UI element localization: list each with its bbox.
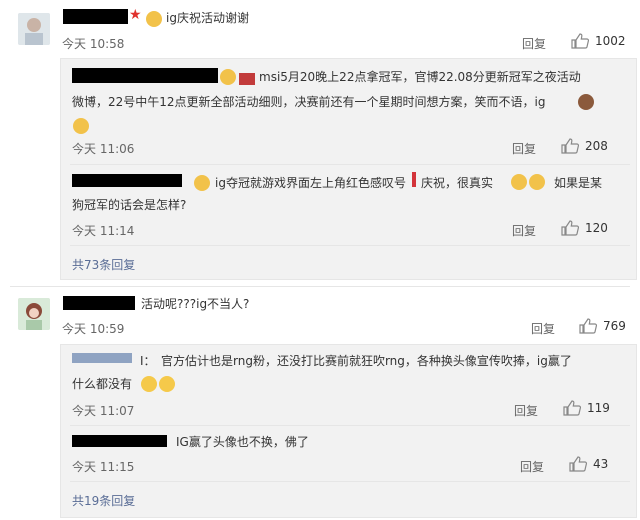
emoji-icon xyxy=(145,9,163,28)
reply-thread xyxy=(60,58,637,280)
like-count: 119 xyxy=(587,401,610,415)
like-button[interactable]: 43 xyxy=(569,456,608,472)
timestamp: 今天 10:59 xyxy=(62,322,125,336)
reply-button[interactable]: 回复 xyxy=(531,320,555,337)
thumbs-up-icon xyxy=(569,456,587,472)
reply-button[interactable]: 回复 xyxy=(512,222,536,239)
emoji-icon xyxy=(577,92,595,111)
reply-text: msi5月20晚上22点拿冠军，官博22.08分更新冠军之夜活动 xyxy=(259,70,581,84)
like-button[interactable]: 769 xyxy=(579,318,626,334)
exclamation-icon xyxy=(412,172,416,187)
reply-text: 官方估计也是rng粉，还没打比赛前就狂吹rng，各种换头像宣传吹捧，ig赢了 xyxy=(161,354,572,368)
more-replies-link[interactable]: 共73条回复 xyxy=(72,256,135,273)
badge-icon xyxy=(237,68,255,87)
reply-button[interactable]: 回复 xyxy=(514,402,538,419)
reply-text-part: 如果是某 xyxy=(554,176,603,190)
reply-text-continued: 狗冠军的话会是怎样? xyxy=(72,198,187,212)
timestamp: 今天 10:58 xyxy=(62,37,125,51)
emoji-icon xyxy=(510,172,546,191)
redacted-username xyxy=(63,296,135,310)
divider xyxy=(70,481,630,482)
divider xyxy=(70,425,630,426)
reply-text-continued: 微博，22号中午12点更新全部活动细则，决赛前还有一个星期时间想方案，笑而不语，… xyxy=(72,95,546,109)
like-count: 769 xyxy=(603,319,626,333)
comment-text: ig庆祝活动谢谢 xyxy=(166,11,249,25)
emoji-icon xyxy=(72,116,90,135)
like-button[interactable]: 208 xyxy=(561,138,608,154)
like-count: 120 xyxy=(585,221,608,235)
redacted-username xyxy=(72,68,218,83)
star-icon: ★ xyxy=(129,7,142,23)
avatar[interactable] xyxy=(18,298,50,330)
timestamp: 今天 11:14 xyxy=(72,224,135,238)
like-button[interactable]: 119 xyxy=(563,400,610,416)
avatar[interactable] xyxy=(18,13,50,45)
thumbs-up-icon xyxy=(561,138,579,154)
like-button[interactable]: 120 xyxy=(561,220,608,236)
thumbs-up-icon xyxy=(571,33,589,49)
timestamp: 今天 11:06 xyxy=(72,142,135,156)
timestamp: 今天 11:15 xyxy=(72,460,135,474)
comment-text: 活动呢???ig不当人? xyxy=(141,297,250,311)
redacted-username xyxy=(63,9,128,24)
emoji-icon xyxy=(219,67,237,86)
emoji-icon xyxy=(140,374,176,393)
like-count: 43 xyxy=(593,457,609,471)
more-replies-link[interactable]: 共19条回复 xyxy=(72,492,135,509)
reply-button[interactable]: 回复 xyxy=(522,35,546,52)
thumbs-up-icon xyxy=(561,220,579,236)
emoji-icon xyxy=(193,173,211,192)
reply-text-part: 庆祝，很真实 xyxy=(421,176,494,190)
divider xyxy=(70,245,630,246)
reply-button[interactable]: 回复 xyxy=(512,140,536,157)
timestamp: 今天 11:07 xyxy=(72,404,135,418)
reply-thread xyxy=(60,344,637,518)
redacted-username xyxy=(72,435,167,447)
thumbs-up-icon xyxy=(563,400,581,416)
divider xyxy=(10,286,630,287)
redacted-username xyxy=(72,174,182,187)
reply-text: ig夺冠就游戏界面左上角红色感叹号 xyxy=(215,176,406,190)
divider xyxy=(70,164,630,165)
redacted-username xyxy=(72,353,132,363)
like-count: 1002 xyxy=(595,34,626,48)
reply-prefix: I： xyxy=(140,354,156,368)
thumbs-up-icon xyxy=(579,318,597,334)
like-button[interactable]: 1002 xyxy=(571,33,626,49)
reply-text: IG赢了头像也不换，佛了 xyxy=(176,435,309,449)
reply-button[interactable]: 回复 xyxy=(520,458,544,475)
like-count: 208 xyxy=(585,139,608,153)
reply-text-continued: 什么都没有 xyxy=(72,377,133,391)
